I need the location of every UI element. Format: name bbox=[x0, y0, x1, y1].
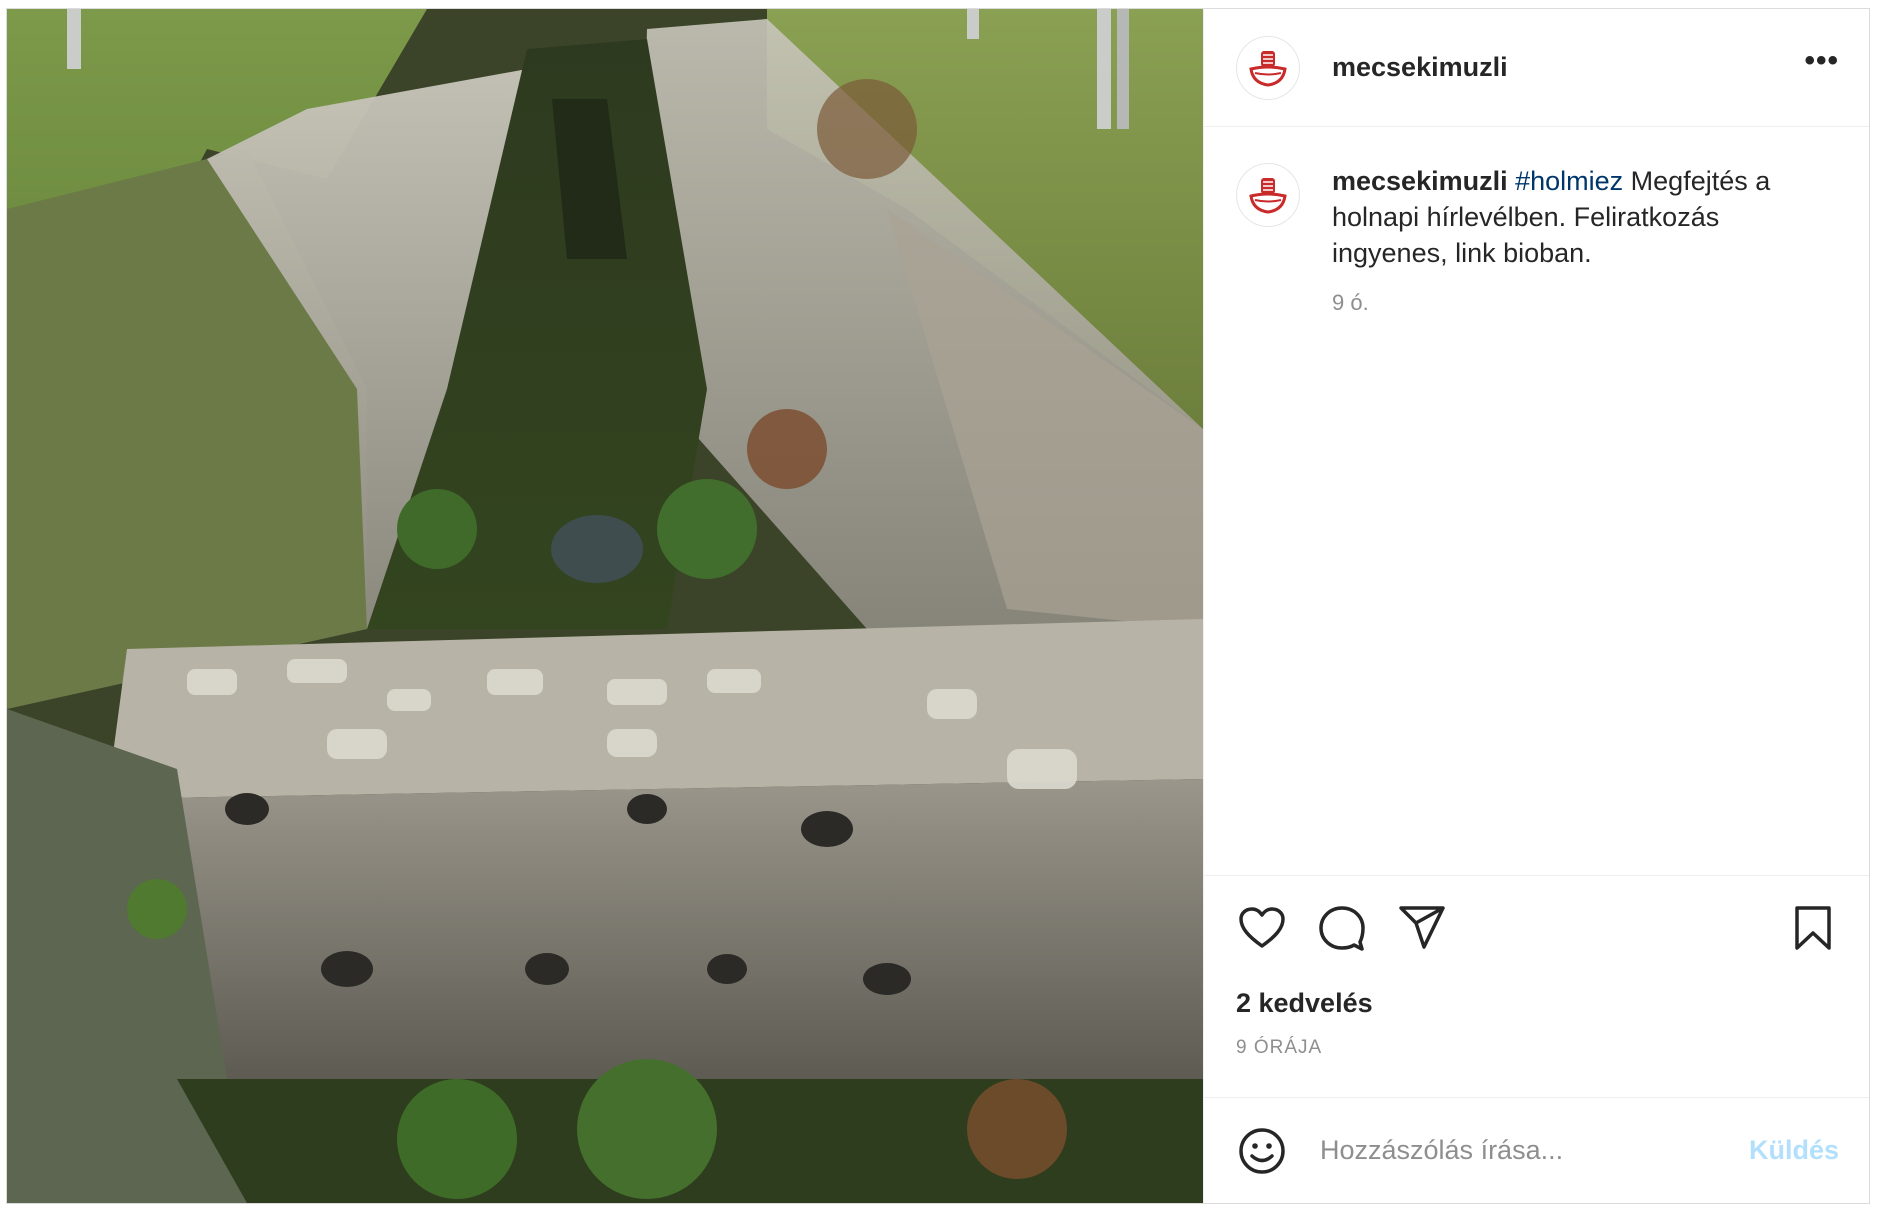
post-username[interactable]: mecsekimuzli bbox=[1332, 52, 1508, 83]
caption-hashtag[interactable]: #holmiez bbox=[1515, 166, 1623, 196]
caption-time[interactable]: 9 ó. bbox=[1332, 285, 1839, 321]
like-button[interactable] bbox=[1236, 902, 1288, 954]
logo-icon bbox=[1249, 50, 1287, 87]
avatar[interactable] bbox=[1236, 35, 1300, 100]
post-actions: 2 kedvelés 9 ÓRÁJA bbox=[1204, 875, 1869, 1097]
caption: mecsekimuzli #holmiez Megfejtés a holnap… bbox=[1236, 163, 1839, 321]
bookmark-icon bbox=[1795, 906, 1831, 950]
post-sidebar: mecsekimuzli ••• mecsekimuzli #holmiez M… bbox=[1203, 9, 1869, 1203]
photo-stone-ditch bbox=[7, 9, 1203, 1203]
share-button[interactable] bbox=[1396, 902, 1448, 954]
emoji-button[interactable] bbox=[1236, 1125, 1288, 1177]
action-icons bbox=[1236, 900, 1839, 956]
comment-bar: Küldés bbox=[1204, 1097, 1869, 1203]
post-card: mecsekimuzli ••• mecsekimuzli #holmiez M… bbox=[6, 8, 1870, 1204]
caption-username[interactable]: mecsekimuzli bbox=[1332, 166, 1508, 196]
comments-section: mecsekimuzli #holmiez Megfejtés a holnap… bbox=[1204, 127, 1869, 875]
caption-body: mecsekimuzli #holmiez Megfejtés a holnap… bbox=[1332, 163, 1839, 321]
smiley-icon bbox=[1239, 1127, 1285, 1174]
heart-icon bbox=[1239, 907, 1285, 948]
send-button[interactable]: Küldés bbox=[1749, 1135, 1839, 1166]
caption-avatar[interactable] bbox=[1236, 163, 1300, 227]
comment-icon bbox=[1319, 906, 1365, 951]
post-photo[interactable] bbox=[7, 9, 1203, 1203]
post-header: mecsekimuzli ••• bbox=[1204, 9, 1869, 127]
logo-icon bbox=[1249, 178, 1287, 214]
comment-input[interactable] bbox=[1318, 1134, 1749, 1167]
paper-plane-icon bbox=[1399, 906, 1445, 949]
like-count[interactable]: 2 kedvelés bbox=[1236, 988, 1839, 1019]
more-options-button[interactable]: ••• bbox=[1804, 45, 1839, 90]
comment-button[interactable] bbox=[1316, 902, 1368, 954]
save-button[interactable] bbox=[1787, 902, 1839, 954]
posted-time[interactable]: 9 ÓRÁJA bbox=[1236, 1037, 1839, 1059]
